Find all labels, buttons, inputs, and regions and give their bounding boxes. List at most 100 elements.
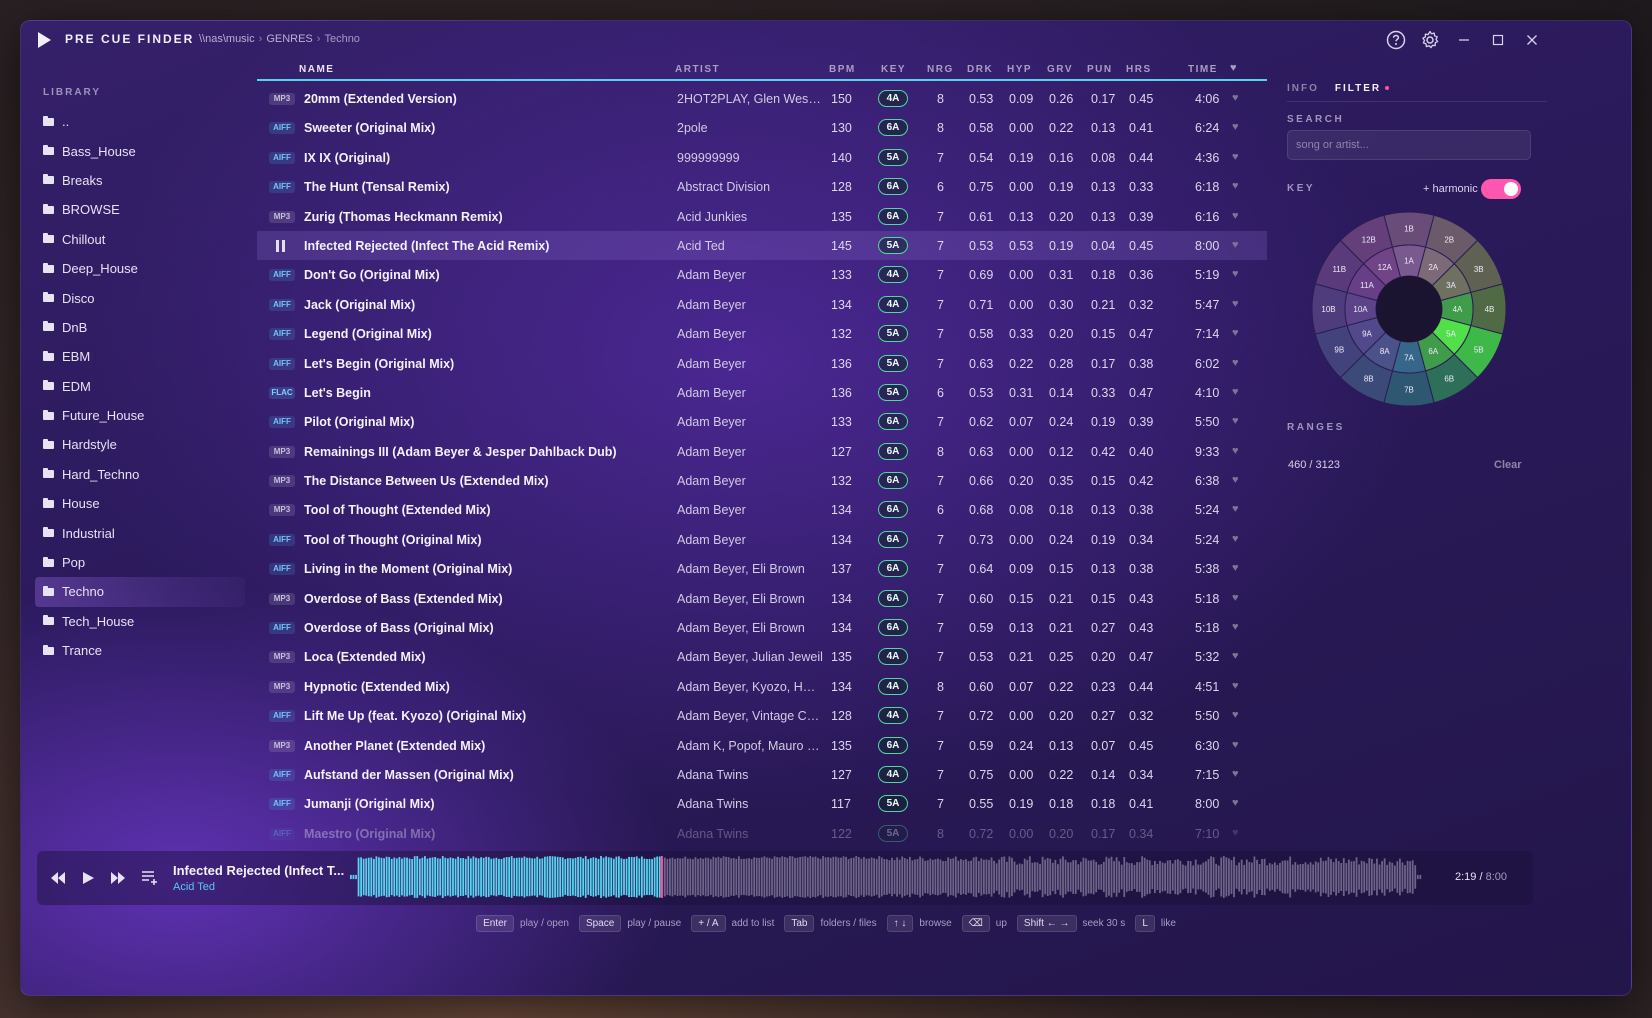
table-row[interactable]: MP3 Zurig (Thomas Heckmann Remix) Acid Jun… <box>257 202 1267 231</box>
settings-button[interactable] <box>1419 29 1441 51</box>
table-row[interactable]: MP3 Tool of Thought (Extended Mix) Adam Be… <box>257 495 1267 524</box>
heart-icon[interactable]: ♥ <box>1232 622 1244 633</box>
heart-icon[interactable]: ♥ <box>1232 739 1244 751</box>
heart-icon[interactable]: ♥ <box>1232 768 1244 780</box>
heart-icon[interactable]: ♥ <box>1232 651 1244 662</box>
table-row[interactable]: MP3 Loca (Extended Mix) Adam Beyer, Julian… <box>257 642 1267 671</box>
table-row[interactable]: Infected Rejected (Infect The Acid Remix… <box>257 230 1267 261</box>
table-row[interactable]: AIFF The Hunt (Tensal Remix) Abstract Divi… <box>257 172 1267 201</box>
table-row[interactable]: AIFF Let's Begin (Original Mix) Adam Beyer… <box>257 349 1267 378</box>
heart-icon[interactable]: ♥ <box>1232 710 1244 721</box>
table-row[interactable]: MP3 Another Planet (Extended Mix) Adam K, … <box>257 731 1267 760</box>
pause-icon[interactable] <box>276 239 286 252</box>
table-row[interactable]: FLAC Let's Begin Adam Beyer 5A 136 6 0.53 0.31 0… <box>257 378 1267 407</box>
table-row[interactable]: MP3 Remainings III (Adam Beyer & Jesper D… <box>257 437 1267 466</box>
library-folder[interactable]: Future_House <box>35 401 245 430</box>
library-folder[interactable]: Pop <box>35 548 245 577</box>
library-folder[interactable]: Deep_House <box>35 254 245 283</box>
heart-icon[interactable]: ♥ <box>1232 386 1244 398</box>
heart-icon[interactable]: ♥ <box>1232 504 1244 515</box>
table-row[interactable]: AIFF Jack (Original Mix) Adam Beyer 4A 134 7 0… <box>257 290 1267 319</box>
table-row[interactable]: AIFF Legend (Original Mix) Adam Beyer 5A 132… <box>257 319 1267 348</box>
library-folder[interactable]: Hard_Techno <box>35 460 245 489</box>
table-row[interactable]: MP3 20mm (Extended Version) 2HOT2PLAY, Gle… <box>257 84 1267 113</box>
library-folder[interactable]: Bass_House <box>35 136 245 165</box>
tab-filter[interactable]: FILTER <box>1335 83 1390 94</box>
heart-icon[interactable]: ♥ <box>1232 210 1244 222</box>
library-folder[interactable]: Tech_House <box>35 607 245 636</box>
library-folder[interactable]: Breaks <box>35 166 245 195</box>
column-like-heart-icon[interactable]: ♥ <box>1230 62 1238 74</box>
heart-icon[interactable]: ♥ <box>1232 93 1244 104</box>
library-folder[interactable]: EDM <box>35 372 245 401</box>
heart-icon[interactable]: ♥ <box>1232 239 1244 251</box>
previous-button[interactable] <box>49 869 67 887</box>
heart-icon[interactable]: ♥ <box>1232 592 1244 604</box>
table-row[interactable]: AIFF Sweeter (Original Mix) 2pole 6A 130 8 0.5… <box>257 113 1267 142</box>
table-row[interactable]: AIFF Overdose of Bass (Original Mix) Adam … <box>257 613 1267 642</box>
table-row[interactable]: MP3 The Distance Between Us (Extended Mix… <box>257 466 1267 495</box>
table-row[interactable]: MP3 Hypnotic (Extended Mix) Adam Beyer, Ky… <box>257 672 1267 701</box>
table-row[interactable]: AIFF Lift Me Up (feat. Kyozo) (Original M… <box>257 701 1267 730</box>
heart-icon[interactable]: ♥ <box>1232 151 1244 163</box>
help-button[interactable] <box>1385 29 1407 51</box>
heart-icon[interactable]: ♥ <box>1232 563 1244 574</box>
heart-icon[interactable]: ♥ <box>1232 416 1244 427</box>
column-name[interactable]: NAME <box>299 64 334 75</box>
breadcrumb-genres[interactable]: GENRES <box>266 33 312 45</box>
library-folder[interactable]: DnB <box>35 313 245 342</box>
heart-icon[interactable]: ♥ <box>1232 680 1244 692</box>
column-hyp[interactable]: HYP <box>1007 64 1032 75</box>
heart-icon[interactable]: ♥ <box>1232 181 1244 192</box>
column-drk[interactable]: DRK <box>967 64 993 75</box>
library-folder[interactable]: Industrial <box>35 518 245 547</box>
table-row[interactable]: AIFF Aufstand der Massen (Original Mix) Ad… <box>257 760 1267 789</box>
library-folder[interactable]: Techno <box>35 577 245 607</box>
tab-info[interactable]: INFO <box>1287 83 1319 94</box>
search-input[interactable] <box>1287 130 1531 160</box>
table-row[interactable]: AIFF Living in the Moment (Original Mix) A… <box>257 554 1267 583</box>
table-row[interactable]: AIFF IX IX (Original) 999999999 5A 140 7 0.54 0… <box>257 143 1267 172</box>
close-button[interactable] <box>1521 29 1543 51</box>
camelot-key-wheel[interactable]: 1B 2B 3B 4B 5B 6B 7B 8B 9B 10B 11B 12B 1A 2A 3A 4A 5A 6A 7… <box>1311 211 1507 407</box>
table-row[interactable]: AIFF Pilot (Original Mix) Adam Beyer 6A 133 7… <box>257 407 1267 436</box>
table-row[interactable]: AIFF Tool of Thought (Original Mix) Adam B… <box>257 525 1267 554</box>
library-folder[interactable]: EBM <box>35 342 245 371</box>
heart-icon[interactable]: ♥ <box>1232 475 1244 486</box>
library-folder[interactable]: Chillout <box>35 225 245 254</box>
clear-button[interactable]: Clear <box>1494 459 1522 471</box>
next-button[interactable] <box>109 869 127 887</box>
heart-icon[interactable]: ♥ <box>1232 445 1244 457</box>
maximize-button[interactable] <box>1487 29 1509 51</box>
heart-icon[interactable]: ♥ <box>1232 122 1244 133</box>
playhead[interactable] <box>660 856 663 898</box>
waveform-seekbar[interactable] <box>350 856 1422 898</box>
heart-icon[interactable]: ♥ <box>1232 827 1244 839</box>
library-folder[interactable]: Trance <box>35 636 245 665</box>
breadcrumb-nas[interactable]: \\nas\music <box>199 33 255 45</box>
column-artist[interactable]: ARTIST <box>675 64 720 75</box>
column-hrs[interactable]: HRS <box>1126 64 1152 75</box>
queue-button[interactable] <box>141 869 159 887</box>
heart-icon[interactable]: ♥ <box>1232 298 1244 310</box>
heart-icon[interactable]: ♥ <box>1232 533 1244 545</box>
table-row[interactable]: MP3 Overdose of Bass (Extended Mix) Adam B… <box>257 584 1267 613</box>
column-key[interactable]: KEY <box>881 64 906 75</box>
column-bpm[interactable]: BPM <box>829 64 856 75</box>
column-nrg[interactable]: NRG <box>927 64 954 75</box>
library-folder[interactable]: Disco <box>35 283 245 312</box>
heart-icon[interactable]: ♥ <box>1232 328 1244 339</box>
library-folder[interactable]: BROWSE <box>35 195 245 224</box>
column-grv[interactable]: GRV <box>1047 64 1073 75</box>
table-row[interactable]: AIFF Jumanji (Original Mix) Adana Twins 5A 1… <box>257 789 1267 818</box>
minimize-button[interactable] <box>1453 29 1475 51</box>
table-row[interactable]: AIFF Maestro (Original Mix) Adana Twins 5A 1… <box>257 819 1267 848</box>
harmonic-toggle[interactable] <box>1481 179 1521 199</box>
heart-icon[interactable]: ♥ <box>1232 357 1244 369</box>
library-folder[interactable]: .. <box>35 107 245 136</box>
library-folder[interactable]: House <box>35 489 245 518</box>
column-time[interactable]: TIME <box>1188 64 1218 75</box>
table-row[interactable]: AIFF Don't Go (Original Mix) Adam Beyer 4A 1… <box>257 260 1267 289</box>
play-button[interactable] <box>79 869 97 887</box>
column-pun[interactable]: PUN <box>1087 64 1113 75</box>
